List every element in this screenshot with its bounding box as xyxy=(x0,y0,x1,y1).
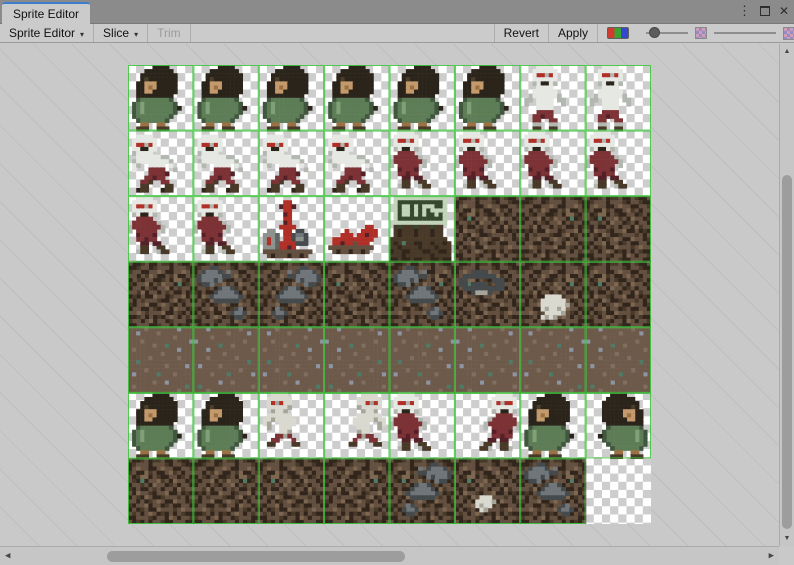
close-icon[interactable]: ✕ xyxy=(779,5,789,17)
mip-large-texture-icon xyxy=(783,27,794,40)
window-titlebar: Sprite Editor ⋮ ✕ xyxy=(0,0,794,24)
zoom-slider[interactable] xyxy=(646,32,688,34)
mip-small-texture-icon xyxy=(695,27,707,39)
tab-sprite-editor[interactable]: Sprite Editor xyxy=(2,2,90,24)
scroll-left-icon[interactable]: ◀ xyxy=(5,553,10,560)
window-controls: ⋮ ✕ xyxy=(738,4,789,17)
vertical-scrollbar[interactable]: ▲ ▼ xyxy=(779,44,794,546)
horizontal-scrollbar[interactable]: ◀ ▶ xyxy=(0,546,779,565)
rgb-alpha-toggle-icon[interactable] xyxy=(607,27,629,39)
kebab-menu-icon[interactable]: ⋮ xyxy=(738,4,751,17)
slice-label: Slice xyxy=(103,26,129,40)
trim-button[interactable]: Trim xyxy=(148,24,191,42)
scroll-right-icon[interactable]: ▶ xyxy=(769,553,774,560)
sprite-canvas-viewport[interactable] xyxy=(0,44,779,546)
horizontal-scroll-thumb[interactable] xyxy=(107,551,404,562)
vertical-scroll-track[interactable] xyxy=(781,58,792,532)
horizontal-scroll-track[interactable] xyxy=(14,549,765,563)
revert-button[interactable]: Revert xyxy=(494,24,549,42)
sprite-sheet-texture[interactable] xyxy=(128,65,651,524)
slice-dropdown[interactable]: Slice ▾ xyxy=(94,24,148,42)
toolbar-spacer xyxy=(191,24,494,42)
sprite-editor-mode-label: Sprite Editor xyxy=(9,26,75,40)
sprite-editor-mode-dropdown[interactable]: Sprite Editor ▾ xyxy=(0,24,94,42)
sprite-editor-toolbar: Sprite Editor ▾ Slice ▾ Trim Revert Appl… xyxy=(0,24,794,43)
scroll-up-icon[interactable]: ▲ xyxy=(784,48,791,55)
tab-title: Sprite Editor xyxy=(13,7,79,21)
chevron-down-icon: ▾ xyxy=(134,30,138,39)
scroll-down-icon[interactable]: ▼ xyxy=(784,535,791,542)
apply-button[interactable]: Apply xyxy=(549,24,598,42)
maximize-icon[interactable] xyxy=(760,6,770,16)
zoom-slider-knob[interactable] xyxy=(649,27,660,38)
scrollbar-corner xyxy=(779,546,794,565)
chevron-down-icon: ▾ xyxy=(80,30,84,39)
vertical-scroll-thumb[interactable] xyxy=(782,175,792,529)
mip-slider[interactable] xyxy=(714,32,776,34)
